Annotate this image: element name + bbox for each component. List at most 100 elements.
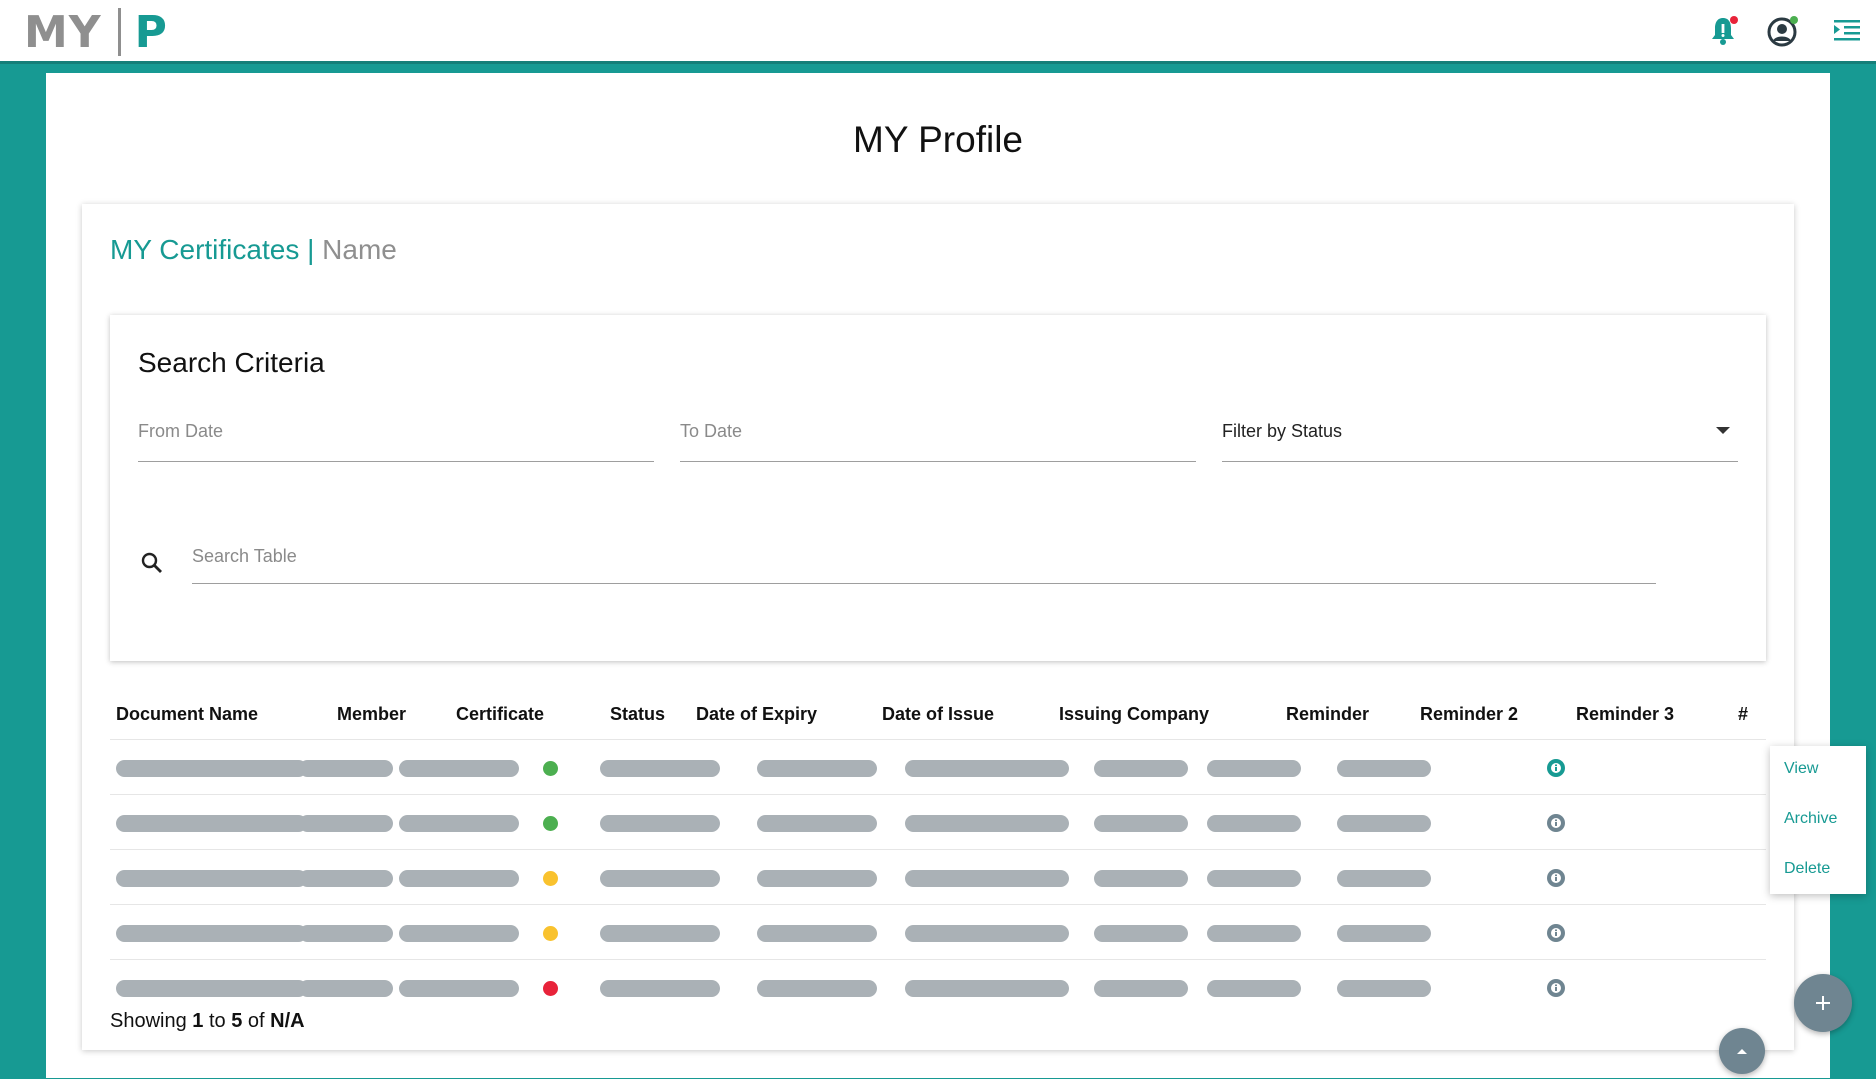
cell-placeholder bbox=[905, 925, 1069, 942]
pagination-prefix: Showing bbox=[110, 1010, 187, 1032]
cell-placeholder bbox=[905, 980, 1069, 997]
logo-text-left: MY bbox=[24, 6, 102, 58]
cell-placeholder bbox=[1337, 760, 1431, 777]
cell-placeholder bbox=[299, 980, 393, 997]
pagination-to-word: to bbox=[208, 1010, 226, 1032]
cell-placeholder bbox=[905, 870, 1069, 887]
search-table-placeholder: Search Table bbox=[192, 546, 297, 566]
from-date-field[interactable]: From Date bbox=[138, 415, 654, 462]
menu-item-archive[interactable]: Archive bbox=[1784, 810, 1837, 828]
table-row[interactable] bbox=[110, 849, 1766, 905]
table-header: Document Name Member Certificate Status … bbox=[82, 682, 1758, 736]
chevron-down-icon bbox=[1716, 427, 1730, 434]
column-header[interactable]: Document Name bbox=[116, 704, 258, 725]
column-header[interactable]: Issuing Company bbox=[1059, 704, 1209, 725]
column-header[interactable]: Status bbox=[610, 704, 665, 725]
status-filter-select[interactable]: Filter by Status bbox=[1222, 415, 1738, 462]
cell-placeholder bbox=[1207, 925, 1301, 942]
cell-placeholder bbox=[1207, 980, 1301, 997]
add-button[interactable] bbox=[1794, 974, 1852, 1032]
cell-placeholder bbox=[757, 870, 877, 887]
cell-placeholder bbox=[116, 870, 307, 887]
cell-placeholder bbox=[600, 870, 720, 887]
cell-placeholder bbox=[1094, 980, 1188, 997]
column-header[interactable]: Reminder 2 bbox=[1420, 704, 1518, 725]
column-header[interactable]: Date of Issue bbox=[882, 704, 994, 725]
info-icon[interactable] bbox=[1546, 813, 1566, 833]
to-date-field[interactable]: To Date bbox=[680, 415, 1196, 462]
menu-toggle-icon[interactable] bbox=[1830, 14, 1864, 48]
search-table-input[interactable]: Search Table bbox=[192, 537, 1656, 584]
cell-placeholder bbox=[757, 980, 877, 997]
info-icon[interactable] bbox=[1546, 758, 1566, 778]
cell-placeholder bbox=[1094, 815, 1188, 832]
cell-placeholder bbox=[1094, 925, 1188, 942]
column-header[interactable]: Reminder 3 bbox=[1576, 704, 1674, 725]
info-icon[interactable] bbox=[1546, 868, 1566, 888]
chevron-up-icon bbox=[1737, 1049, 1747, 1054]
card-title-name: Name bbox=[322, 234, 397, 265]
cell-placeholder bbox=[399, 980, 519, 997]
card-title: MY Certificates | Name bbox=[110, 234, 397, 266]
to-date-placeholder: To Date bbox=[680, 421, 743, 441]
cell-placeholder bbox=[399, 870, 519, 887]
column-header[interactable]: Certificate bbox=[456, 704, 544, 725]
cell-placeholder bbox=[600, 925, 720, 942]
cell-placeholder bbox=[1207, 760, 1301, 777]
cell-placeholder bbox=[1207, 870, 1301, 887]
cell-placeholder bbox=[299, 925, 393, 942]
pagination-to: 5 bbox=[231, 1010, 243, 1032]
column-header[interactable]: Reminder bbox=[1286, 704, 1369, 725]
status-indicator bbox=[543, 981, 558, 996]
row-action-menu: View Archive Delete bbox=[1770, 746, 1866, 894]
app-logo[interactable]: MY P bbox=[24, 4, 168, 60]
cell-placeholder bbox=[757, 925, 877, 942]
status-filter-value: Filter by Status bbox=[1222, 421, 1343, 441]
cell-placeholder bbox=[757, 760, 877, 777]
page-title: MY Profile bbox=[853, 119, 1023, 160]
table-row[interactable] bbox=[110, 904, 1766, 960]
main-content: MY Profile MY Certificates | Name Search… bbox=[46, 73, 1830, 1078]
cell-placeholder bbox=[299, 760, 393, 777]
scroll-top-button[interactable] bbox=[1719, 1028, 1765, 1074]
cell-placeholder bbox=[905, 815, 1069, 832]
cell-placeholder bbox=[600, 980, 720, 997]
status-indicator bbox=[543, 871, 558, 886]
status-indicator bbox=[543, 816, 558, 831]
logo-text-right: P bbox=[134, 6, 168, 58]
cell-placeholder bbox=[1337, 815, 1431, 832]
cell-placeholder bbox=[399, 925, 519, 942]
logo-divider bbox=[117, 8, 121, 56]
column-header[interactable]: Date of Expiry bbox=[696, 704, 817, 725]
plus-icon bbox=[1816, 996, 1830, 1010]
bell-icon[interactable] bbox=[1706, 14, 1740, 48]
info-icon[interactable] bbox=[1546, 978, 1566, 998]
cell-placeholder bbox=[600, 760, 720, 777]
column-header[interactable]: Member bbox=[337, 704, 406, 725]
top-navbar: MY P bbox=[0, 0, 1876, 64]
account-icon[interactable] bbox=[1766, 14, 1800, 48]
cell-placeholder bbox=[1094, 870, 1188, 887]
cell-placeholder bbox=[1337, 980, 1431, 997]
from-date-placeholder: From Date bbox=[138, 421, 224, 441]
cell-placeholder bbox=[116, 980, 307, 997]
pagination-of-word: of bbox=[247, 1010, 265, 1032]
table-row[interactable] bbox=[110, 959, 1766, 1015]
search-criteria-panel: Search Criteria From Date To Date Filter… bbox=[110, 315, 1766, 661]
cell-placeholder bbox=[116, 760, 307, 777]
cell-placeholder bbox=[1207, 815, 1301, 832]
menu-item-view[interactable]: View bbox=[1784, 760, 1818, 778]
search-icon bbox=[141, 552, 162, 573]
status-indicator bbox=[543, 761, 558, 776]
table-row[interactable] bbox=[110, 739, 1766, 795]
info-icon[interactable] bbox=[1546, 923, 1566, 943]
pagination-total: N/A bbox=[270, 1010, 305, 1032]
menu-item-delete[interactable]: Delete bbox=[1784, 860, 1830, 878]
cell-placeholder bbox=[399, 760, 519, 777]
cell-placeholder bbox=[1337, 925, 1431, 942]
cell-placeholder bbox=[116, 815, 307, 832]
cell-placeholder bbox=[399, 815, 519, 832]
cell-placeholder bbox=[757, 815, 877, 832]
cell-placeholder bbox=[905, 760, 1069, 777]
table-row[interactable] bbox=[110, 794, 1766, 850]
